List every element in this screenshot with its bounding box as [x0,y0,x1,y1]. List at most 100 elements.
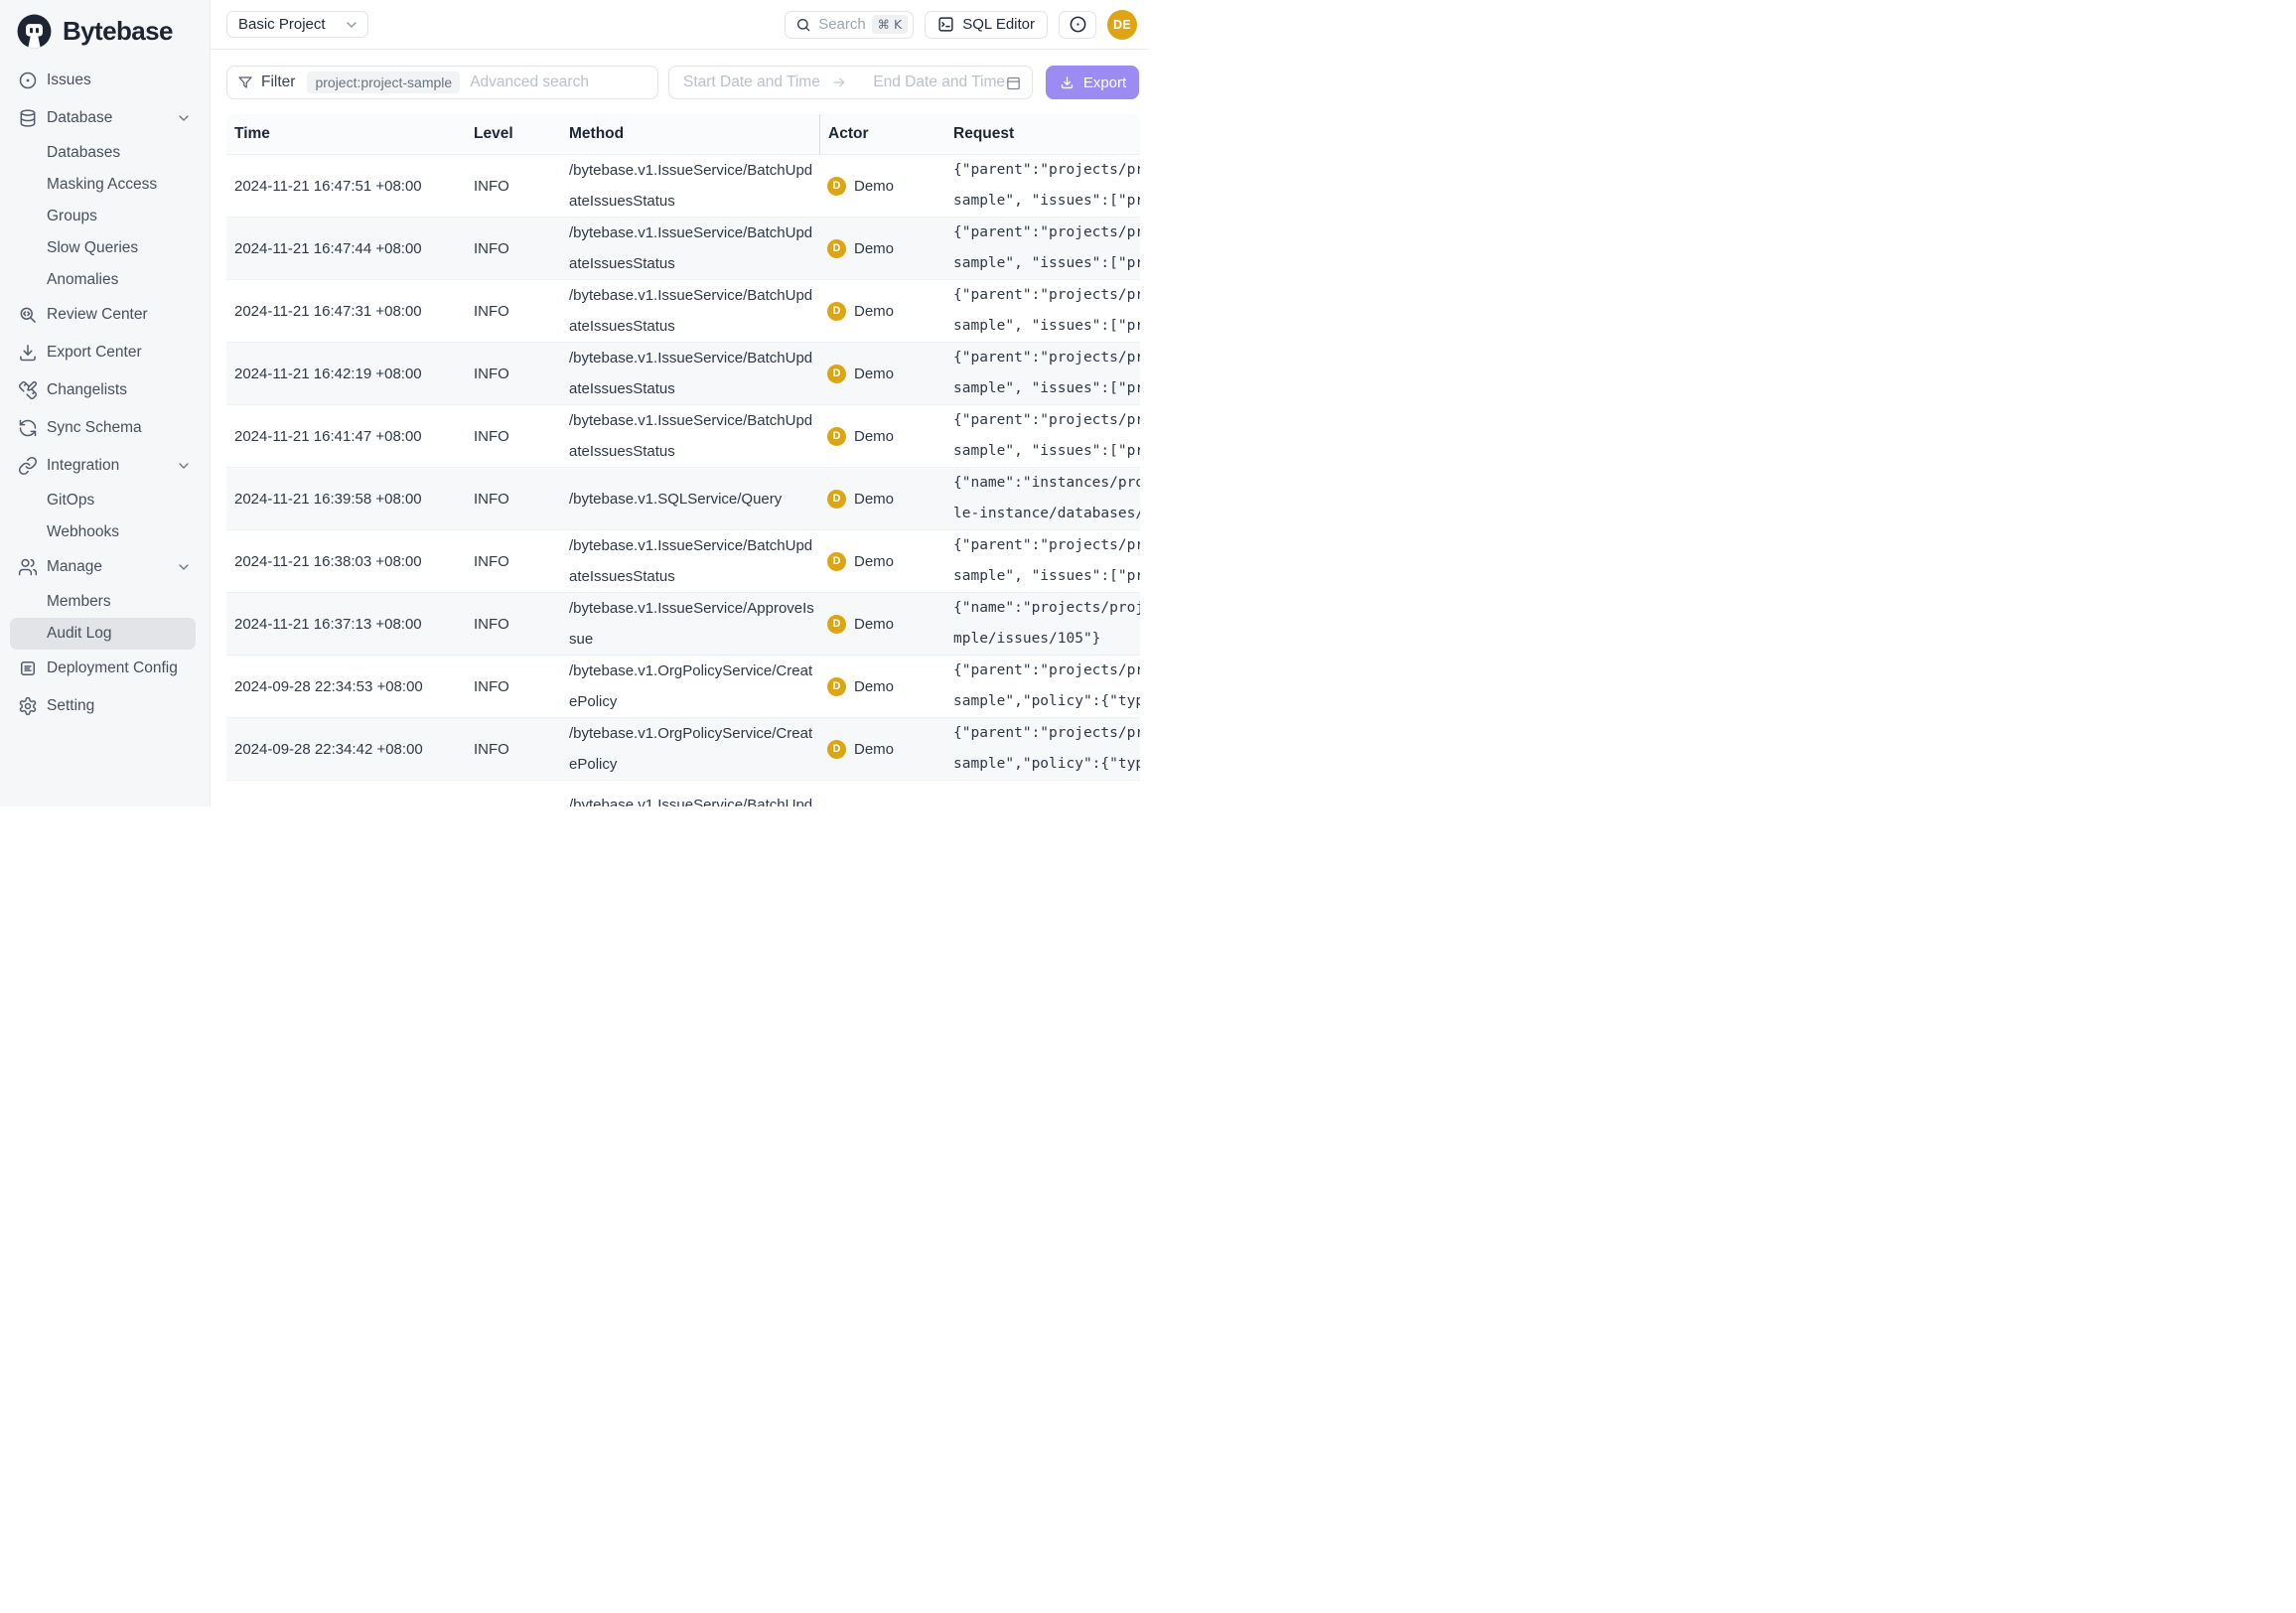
cell-level: INFO [466,218,561,279]
request-json-line: {"parent":"projects/pr [953,806,1140,807]
sidebar-item-changelists[interactable]: Changelists [10,371,196,409]
actor-name: Demo [854,240,894,257]
table-row[interactable]: 2024-11-21 16:47:31 +08:00 INFO /bytebas… [226,279,1140,342]
users-icon [18,557,38,577]
cell-actor: D Demo [819,530,945,592]
actor-name: Demo [854,678,894,695]
sidebar-item-integration[interactable]: Integration [10,447,196,485]
search-button[interactable]: Search ⌘ K [785,11,914,39]
sidebar-item-audit-log[interactable]: Audit Log [10,618,196,650]
column-header-time: Time [226,114,466,154]
table-row[interactable]: 2024-09-28 22:34:42 +08:00 INFO /bytebas… [226,717,1140,780]
request-json-line: le-instance/databases/ [953,499,1140,529]
advanced-search-input[interactable]: Filter project:project-sample Advanced s… [226,66,658,99]
request-json-line: sample", "issues":["pr [953,561,1140,592]
table-row[interactable]: 2024-11-21 16:37:13 +08:00 INFO /bytebas… [226,592,1140,655]
sidebar-item-label: Masking Access [47,176,157,194]
cell-level: INFO [466,405,561,467]
actor-avatar: D [827,740,846,759]
sidebar-item-sync-schema[interactable]: Sync Schema [10,409,196,447]
end-date-input[interactable]: End Date and Time [873,73,1005,91]
table-row[interactable]: 2024-11-21 16:39:58 +08:00 INFO /bytebas… [226,467,1140,529]
method-text: /bytebase.v1.IssueService/BatchUpdateIss… [569,280,819,342]
cell-time: 2024-11-21 16:42:19 +08:00 [226,343,466,404]
actor-avatar: D [827,302,846,321]
method-text: /bytebase.v1.OrgPolicyService/CreatePoli… [569,656,819,717]
table-row[interactable]: 2024-11-21 16:42:19 +08:00 INFO /bytebas… [226,342,1140,404]
request-json-line: {"parent":"projects/pr [953,218,1140,248]
export-button[interactable]: Export [1046,66,1139,99]
sidebar-nav: Issues Database Databases Masking Access… [0,62,210,725]
cell-time: 2024-11-21 16:37:13 +08:00 [226,593,466,655]
sidebar-item-label: GitOps [47,492,94,510]
cell-time: 2024-11-21 16:47:44 +08:00 [226,218,466,279]
actor-name: Demo [854,616,894,633]
sidebar-item-masking-access[interactable]: Masking Access [10,169,196,201]
table-row[interactable]: 2024-11-21 16:47:51 +08:00 INFO /bytebas… [226,155,1140,217]
actor-avatar: D [827,177,846,196]
sidebar: Bytebase Issues Database Databases Maski… [0,0,211,806]
actor-avatar: D [827,239,846,258]
sidebar-item-deployment-config[interactable]: Deployment Config [10,650,196,687]
cell-request: {"parent":"projects/prsample", "issues":… [945,405,1140,467]
cell-time: 2024-11-21 16:41:47 +08:00 [226,405,466,467]
download-icon [18,343,38,363]
sidebar-item-label: Export Center [47,344,142,362]
table-row[interactable]: 2024-11-21 16:41:47 +08:00 INFO /bytebas… [226,404,1140,467]
sidebar-item-issues[interactable]: Issues [10,62,196,99]
sidebar-item-manage[interactable]: Manage [10,548,196,586]
sidebar-item-setting[interactable]: Setting [10,687,196,725]
user-avatar[interactable]: DE [1107,10,1137,40]
request-json-line: {"parent":"projects/pr [953,718,1140,749]
filter-chip[interactable]: project:project-sample [307,72,460,93]
method-text: /bytebase.v1.IssueService/BatchUpdateIss… [569,343,819,404]
sidebar-item-databases[interactable]: Databases [10,137,196,169]
chevron-down-icon [344,17,359,33]
project-select[interactable]: Basic Project [226,11,368,38]
arrow-right-icon [831,74,847,90]
method-text: /bytebase.v1.OrgPolicyService/CreatePoli… [569,718,819,780]
download-icon [1059,74,1076,91]
cell-method: /bytebase.v1.OrgPolicyService/CreatePoli… [561,656,819,717]
sidebar-item-export-center[interactable]: Export Center [10,334,196,371]
sidebar-item-members[interactable]: Members [10,586,196,618]
table-row[interactable]: 2024-09-28 22:34:53 +08:00 INFO /bytebas… [226,655,1140,717]
cell-request: {"name":"projects/projmple/issues/105"} [945,593,1140,655]
date-range-picker[interactable]: Start Date and Time End Date and Time [668,66,1033,99]
request-json-line: {"parent":"projects/pr [953,530,1140,561]
cell-actor: D Demo [819,155,945,217]
cell-method: /bytebase.v1.SQLService/Query [561,468,819,529]
sidebar-item-anomalies[interactable]: Anomalies [10,264,196,296]
request-json-line: sample","policy":{"typ [953,749,1140,780]
brand-name: Bytebase [63,16,173,47]
cell-actor: D Demo [819,781,945,806]
start-date-input[interactable]: Start Date and Time [683,73,831,91]
sidebar-item-groups[interactable]: Groups [10,201,196,232]
cell-time: 2024-11-21 16:47:51 +08:00 [226,155,466,217]
cell-level [466,781,561,806]
cell-request: {"parent":"projects/prsample", "issues":… [945,218,1140,279]
method-text: /bytebase.v1.IssueService/BatchUpdateIss… [569,218,819,279]
actor-avatar: D [827,365,846,383]
request-json-line: sample", "issues":["pr [953,311,1140,342]
sql-editor-button[interactable]: SQL Editor [925,11,1048,39]
request-json-line: {"parent":"projects/pr [953,155,1140,186]
bytebase-logo[interactable]: Bytebase [0,0,210,50]
method-text: /bytebase.v1.IssueService/BatchUpdateIss… [569,530,819,592]
method-text: /bytebase.v1.IssueService/BatchUpdateIss… [569,155,819,217]
cell-actor: D Demo [819,718,945,780]
cell-level: INFO [466,155,561,217]
sidebar-item-database[interactable]: Database [10,99,196,137]
sidebar-item-review-center[interactable]: Review Center [10,296,196,334]
issue-circle-button[interactable] [1059,11,1096,39]
column-header-method: Method [561,114,819,154]
sidebar-item-webhooks[interactable]: Webhooks [10,516,196,548]
table-row[interactable]: 2024-11-21 16:47:44 +08:00 INFO /bytebas… [226,217,1140,279]
table-row[interactable]: 2024-11-21 16:38:03 +08:00 INFO /bytebas… [226,529,1140,592]
request-json-line: {"parent":"projects/pr [953,343,1140,373]
table-row[interactable]: /bytebase.v1.IssueService/BatchUpdateIss… [226,780,1140,806]
sidebar-item-slow-queries[interactable]: Slow Queries [10,232,196,264]
cell-request: {"parent":"projects/prsample", "issues":… [945,343,1140,404]
search-shortcut-badge: ⌘ K [872,15,909,34]
sidebar-item-gitops[interactable]: GitOps [10,485,196,516]
